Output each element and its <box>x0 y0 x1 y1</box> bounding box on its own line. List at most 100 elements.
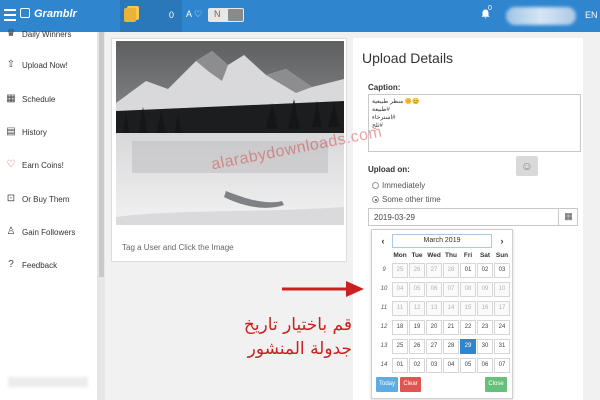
calendar-day[interactable]: 28 <box>443 263 459 278</box>
upload-details-title: Upload Details <box>362 50 454 66</box>
calendar-button[interactable]: ▦ <box>558 208 578 226</box>
day-of-week-header: Mon <box>393 252 407 259</box>
week-number: 11 <box>380 305 388 311</box>
calendar-day[interactable]: 17 <box>494 301 510 316</box>
red-arrow-icon <box>282 281 364 297</box>
calendar-day[interactable]: 15 <box>460 301 476 316</box>
calendar-day[interactable]: 22 <box>460 320 476 335</box>
calendar-day[interactable]: 02 <box>409 358 425 373</box>
calendar-icon: ▦ <box>564 211 573 221</box>
calendar-day[interactable]: 04 <box>443 358 459 373</box>
trophy-icon: ♛ <box>6 28 16 39</box>
day-of-week-header: Wed <box>427 252 441 259</box>
calendar-day[interactable]: 24 <box>494 320 510 335</box>
user-likes-indicator[interactable]: A ♡ <box>186 9 202 20</box>
schedule-date-input[interactable]: 2019-03-29 <box>368 208 578 226</box>
calendar-day[interactable]: 20 <box>426 320 442 335</box>
notification-count: 0 <box>488 5 492 12</box>
close-button[interactable]: Close <box>485 377 507 392</box>
calendar-day[interactable]: 03 <box>426 358 442 373</box>
sidebar-item-earn-coins[interactable]: ♡ Earn Coins! <box>0 157 98 181</box>
user-profile-blurred[interactable] <box>506 7 576 25</box>
day-of-week-header: Sun <box>495 252 509 259</box>
sidebar-item-upload-now[interactable]: ⇧ Upload Now! <box>0 57 98 81</box>
calendar-day[interactable]: 19 <box>409 320 425 335</box>
calendar-day[interactable]: 26 <box>409 263 425 278</box>
calendar-day[interactable]: 05 <box>460 358 476 373</box>
sidebar-item-schedule[interactable]: ▦ Schedule <box>0 91 98 115</box>
notifications-button[interactable]: 0 <box>481 5 492 22</box>
calendar-day[interactable]: 08 <box>460 282 476 297</box>
calendar-day[interactable]: 27 <box>426 263 442 278</box>
caption-line: #طبيعة <box>372 107 390 113</box>
upload-icon: ⇧ <box>6 59 16 70</box>
caption-line: #استرخاء <box>372 115 396 121</box>
calendar-day[interactable]: 31 <box>494 339 510 354</box>
calendar-day[interactable]: 21 <box>443 320 459 335</box>
calendar-day[interactable]: 30 <box>477 339 493 354</box>
caption-label: Caption: <box>368 83 401 92</box>
day-of-week-header: Thu <box>445 252 457 259</box>
coins-wallet[interactable]: 0 <box>120 0 182 32</box>
sidebar-item-label: Gain Followers <box>22 228 76 237</box>
calendar-day[interactable]: 04 <box>392 282 408 297</box>
calendar-day[interactable]: 23 <box>477 320 493 335</box>
caption-textarea[interactable]: 😊🌼 منظر طبيعية #طبيعة #استرخاء #ثلج <box>368 94 581 152</box>
calendar-day[interactable]: 25 <box>392 339 408 354</box>
caption-line: #ثلج <box>372 123 383 129</box>
week-number: 9 <box>382 267 386 273</box>
annotation-line-1: قم باختيار تاريخ <box>243 315 352 335</box>
sidebar-item-feedback[interactable]: ? Feedback <box>0 257 98 281</box>
calendar-day[interactable]: 10 <box>494 282 510 297</box>
sidebar-scrollbar[interactable] <box>98 32 105 400</box>
scrollbar-thumb[interactable] <box>99 32 104 277</box>
calendar-day[interactable]: 02 <box>477 263 493 278</box>
calendar-day[interactable]: 07 <box>443 282 459 297</box>
month-label[interactable]: March 2019 <box>392 234 492 248</box>
sidebar-item-daily-winners[interactable]: ♛ Daily Winners <box>0 26 98 50</box>
some-other-time-label: Some other time <box>382 195 441 204</box>
sidebar-item-label: Daily Winners <box>22 30 72 39</box>
calendar-day[interactable]: 06 <box>477 358 493 373</box>
hamburger-menu-icon[interactable] <box>4 9 16 21</box>
selected-day[interactable]: 29 <box>460 339 476 354</box>
today-button[interactable]: Today <box>376 377 398 392</box>
sidebar-item-buy-coins[interactable]: ⊡ Or Buy Them <box>0 191 98 215</box>
calendar-day[interactable]: 18 <box>392 320 408 335</box>
emoji-picker-button[interactable]: ☺ <box>516 156 538 176</box>
calendar-day[interactable]: 01 <box>460 263 476 278</box>
next-month-button[interactable]: › <box>494 234 510 248</box>
uploaded-photo[interactable] <box>116 41 344 225</box>
clear-button[interactable]: Clear <box>400 377 421 392</box>
calendar-day[interactable]: 11 <box>392 301 408 316</box>
calendar-day[interactable]: 07 <box>494 358 510 373</box>
mode-toggle[interactable]: N <box>208 8 244 22</box>
sidebar-item-label: Schedule <box>22 95 56 104</box>
immediately-radio[interactable] <box>372 182 379 189</box>
sidebar-item-gain-followers[interactable]: ♙ Gain Followers <box>0 224 98 248</box>
app-logo: Gramblr <box>20 8 77 20</box>
calendar-day[interactable]: 13 <box>426 301 442 316</box>
calendar-day[interactable]: 14 <box>443 301 459 316</box>
coin-count: 0 <box>168 10 174 20</box>
calendar-day[interactable]: 16 <box>477 301 493 316</box>
calendar-day[interactable]: 27 <box>426 339 442 354</box>
date-picker-popup: ‹ March 2019 › Mon Tue Wed Thu Fri Sat Sun 9 25 2… <box>371 229 513 399</box>
coins-icon <box>124 8 136 22</box>
sidebar-item-history[interactable]: ▤ History <box>0 124 98 148</box>
language-selector[interactable]: EN <box>585 10 598 20</box>
sidebar-item-label: Upload Now! <box>22 61 68 70</box>
calendar-day[interactable]: 25 <box>392 263 408 278</box>
calendar-day[interactable]: 03 <box>494 263 510 278</box>
calendar-day[interactable]: 12 <box>409 301 425 316</box>
calendar-day[interactable]: 09 <box>477 282 493 297</box>
tag-user-hint: Tag a User and Click the Image <box>122 243 234 252</box>
some-other-time-radio[interactable] <box>372 196 379 203</box>
calendar-day[interactable]: 06 <box>426 282 442 297</box>
calendar-day[interactable]: 28 <box>443 339 459 354</box>
instagram-icon <box>20 8 30 18</box>
prev-month-button[interactable]: ‹ <box>375 234 391 248</box>
calendar-day[interactable]: 26 <box>409 339 425 354</box>
calendar-day[interactable]: 01 <box>392 358 408 373</box>
calendar-day[interactable]: 05 <box>409 282 425 297</box>
